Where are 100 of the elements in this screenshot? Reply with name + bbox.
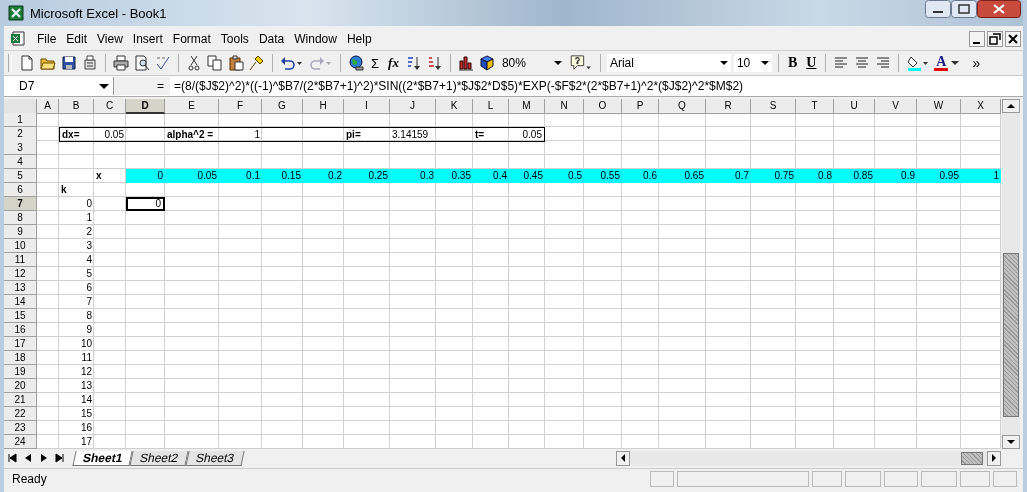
column-header[interactable]: J	[390, 99, 436, 114]
scrollbar-thumb[interactable]	[1003, 253, 1019, 417]
menu-item[interactable]: File	[32, 32, 62, 46]
permission-icon[interactable]	[81, 54, 99, 72]
row-header[interactable]: 4	[4, 155, 37, 169]
column-header[interactable]: K	[436, 99, 473, 114]
save-icon[interactable]	[60, 54, 78, 72]
column-header[interactable]: A	[37, 99, 59, 114]
toolbar-options-button[interactable]: »	[970, 55, 983, 71]
font-size-dropdown[interactable]: 10	[733, 54, 772, 72]
workbook-icon[interactable]	[10, 31, 26, 47]
row-header[interactable]: 24	[4, 435, 37, 449]
column-header[interactable]: O	[584, 99, 622, 114]
row-header[interactable]: 20	[4, 379, 37, 393]
row-header[interactable]: 23	[4, 421, 37, 435]
paste-icon[interactable]	[227, 54, 245, 72]
sheet-tab[interactable]: Sheet1	[72, 450, 133, 466]
font-dropdown[interactable]: Arial	[606, 54, 731, 72]
restore-button[interactable]	[951, 0, 977, 18]
scroll-right-icon[interactable]	[992, 454, 996, 462]
row-header[interactable]: 22	[4, 407, 37, 421]
font-color-button[interactable]: A	[934, 55, 949, 71]
autosum-button[interactable]: Σ	[368, 55, 383, 71]
row-header[interactable]: 11	[4, 253, 37, 267]
column-header[interactable]: R	[706, 99, 751, 114]
column-header[interactable]: S	[751, 99, 796, 114]
row-header[interactable]: 9	[4, 225, 37, 239]
menu-item[interactable]: Tools	[215, 32, 254, 46]
column-header[interactable]: X	[961, 99, 1001, 114]
column-header[interactable]: P	[622, 99, 659, 114]
scroll-up-icon[interactable]	[1007, 104, 1015, 108]
row-header[interactable]: 6	[4, 183, 37, 197]
globe-icon[interactable]	[347, 54, 365, 72]
row-header[interactable]: 10	[4, 239, 37, 253]
drawing-icon[interactable]	[477, 54, 496, 72]
close-button[interactable]	[977, 0, 1021, 18]
menu-item[interactable]: Data	[253, 32, 290, 46]
column-header[interactable]: F	[219, 99, 262, 114]
menu-item[interactable]: Window	[289, 32, 342, 46]
new-document-icon[interactable]	[18, 54, 36, 72]
vertical-scrollbar[interactable]	[1002, 99, 1020, 449]
formula-field[interactable]: =(8/($J$2)^2)*((-1)^$B7/(2*$B7+1)^2)*SIN((2*$B7+1)*$J$2*D$5)*EXP(-$F$2*(2*$B7+1)^2*($J$2)^2*$M$2)	[170, 79, 1023, 93]
column-header[interactable]: I	[344, 99, 390, 114]
column-header[interactable]: T	[796, 99, 834, 114]
row-header[interactable]: 14	[4, 295, 37, 309]
row-header[interactable]: 15	[4, 309, 37, 323]
row-header[interactable]: 16	[4, 323, 37, 337]
scroll-left-icon[interactable]	[621, 454, 625, 462]
sheet-tab[interactable]: Sheet3	[185, 450, 246, 466]
column-header[interactable]: V	[875, 99, 917, 114]
column-header[interactable]: E	[165, 99, 219, 114]
row-header[interactable]: 5	[4, 169, 37, 183]
row-header[interactable]: 17	[4, 337, 37, 351]
menu-item[interactable]: Edit	[61, 32, 93, 46]
scissors-icon[interactable]	[185, 54, 203, 72]
row-header[interactable]: 19	[4, 365, 37, 379]
column-header[interactable]: L	[473, 99, 509, 114]
sheet-tab[interactable]: Sheet2	[129, 450, 189, 466]
column-header[interactable]: H	[303, 99, 344, 114]
row-header[interactable]: 7	[4, 197, 37, 211]
row-header[interactable]: 21	[4, 393, 37, 407]
column-header[interactable]: Q	[659, 99, 706, 114]
insert-function-button[interactable]: fx	[385, 55, 402, 71]
print-preview-icon[interactable]	[133, 54, 151, 72]
menu-item[interactable]: Help	[341, 32, 377, 46]
menu-item[interactable]: Insert	[127, 32, 168, 46]
column-header[interactable]: M	[509, 99, 545, 114]
bold-button[interactable]: B	[784, 55, 801, 71]
caret-icon[interactable]	[719, 61, 728, 65]
zoom-dropdown[interactable]: 80%	[498, 54, 565, 72]
scroll-down-icon[interactable]	[1007, 440, 1015, 444]
bar-chart-icon[interactable]	[456, 54, 475, 72]
row-header[interactable]: 12	[4, 267, 37, 281]
column-header[interactable]: W	[917, 99, 961, 114]
close-button[interactable]	[1005, 31, 1021, 47]
horizontal-scrollbar[interactable]	[616, 450, 1001, 466]
column-header[interactable]: G	[262, 99, 303, 114]
caret-icon[interactable]	[951, 61, 960, 65]
scrollbar-thumb[interactable]	[961, 451, 983, 465]
menu-item[interactable]: View	[92, 32, 128, 46]
column-header[interactable]: C	[94, 99, 126, 114]
underline-button[interactable]: U	[803, 55, 820, 71]
row-header[interactable]: 8	[4, 211, 37, 225]
minimize-button[interactable]	[925, 0, 951, 18]
paintbrush-icon[interactable]	[248, 54, 266, 72]
print-icon[interactable]	[112, 54, 130, 72]
caret-icon[interactable]	[99, 83, 109, 89]
row-header[interactable]: 3	[4, 141, 37, 155]
column-header[interactable]: N	[545, 99, 584, 114]
spelling-check-icon[interactable]	[154, 54, 172, 72]
caret-icon[interactable]	[760, 61, 769, 65]
restore-button[interactable]	[987, 31, 1003, 47]
copy-icon[interactable]	[206, 54, 224, 72]
column-header[interactable]: U	[834, 99, 875, 114]
row-header[interactable]: 1	[4, 113, 37, 127]
row-header[interactable]: 13	[4, 281, 37, 295]
caret-icon[interactable]	[553, 61, 562, 65]
column-header[interactable]: B	[59, 99, 94, 114]
column-header[interactable]: D	[126, 99, 165, 114]
menu-item[interactable]: Format	[167, 32, 216, 46]
